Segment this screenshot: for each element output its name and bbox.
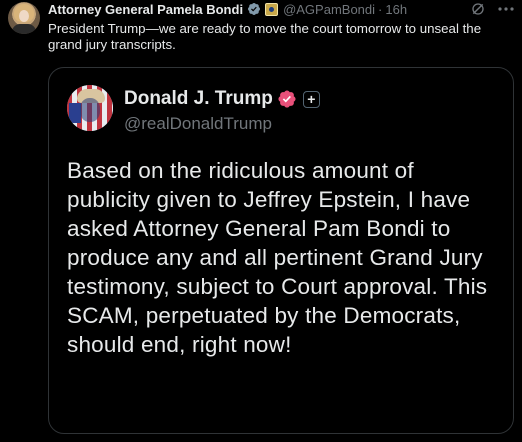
post-time[interactable]: 16h <box>385 2 407 17</box>
verified-pink-icon <box>278 90 296 108</box>
author-name[interactable]: Attorney General Pamela Bondi <box>48 2 243 17</box>
quoted-post-card[interactable]: Donald J. Trump + @realDonaldTrump Based… <box>48 67 514 434</box>
post-text: President Trump—we are ready to move the… <box>48 21 482 52</box>
government-seal-icon <box>265 2 279 16</box>
avatar-face <box>19 10 29 22</box>
gray-checkmark-icon <box>248 3 261 15</box>
quoted-header: Donald J. Trump + <box>124 88 320 110</box>
post: Attorney General Pamela Bondi @AGPamBond… <box>0 0 522 442</box>
grok-icon[interactable] <box>470 1 486 17</box>
plus-icon[interactable]: + <box>302 90 320 108</box>
post-header: Attorney General Pamela Bondi @AGPamBond… <box>48 0 407 18</box>
more-options-icon[interactable] <box>497 1 515 17</box>
quoted-author-name[interactable]: Donald J. Trump <box>124 88 273 110</box>
quoted-author-avatar[interactable] <box>67 85 113 131</box>
quoted-author-handle[interactable]: @realDonaldTrump <box>124 114 272 134</box>
author-handle[interactable]: @AGPamBondi <box>283 2 375 17</box>
separator-dot: · <box>378 1 383 17</box>
avatar-face <box>80 98 100 122</box>
avatar-shirt <box>12 24 36 34</box>
author-avatar[interactable] <box>8 2 40 34</box>
quoted-post-text: Based on the ridiculous amount of public… <box>67 158 488 357</box>
